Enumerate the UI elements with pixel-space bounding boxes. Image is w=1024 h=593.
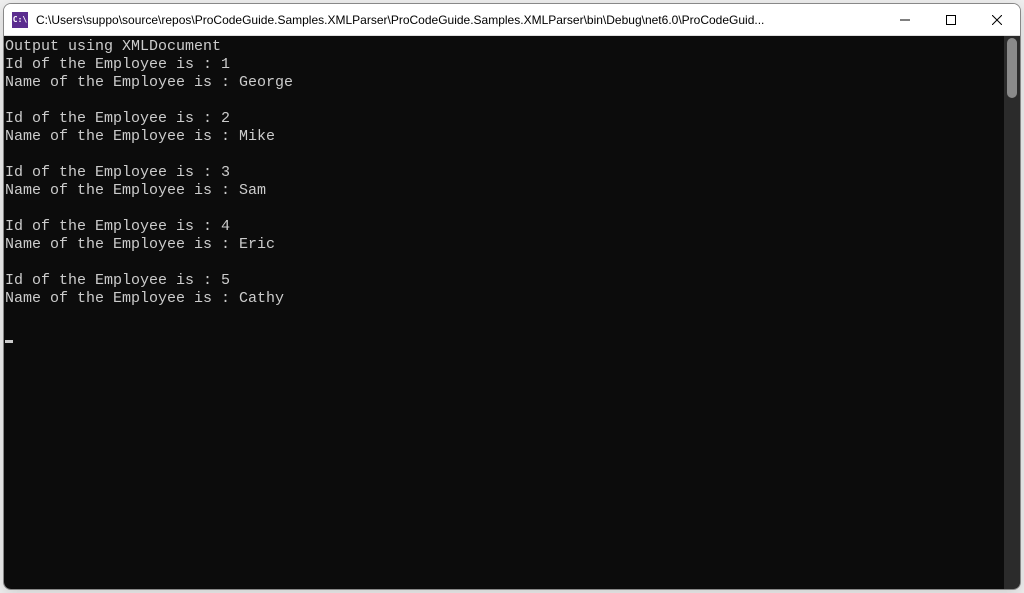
- titlebar[interactable]: C:\ C:\Users\suppo\source\repos\ProCodeG…: [4, 4, 1020, 36]
- console-line: Name of the Employee is : Eric: [5, 236, 1003, 254]
- console-line: Id of the Employee is : 5: [5, 272, 1003, 290]
- console-area: Output using XMLDocumentId of the Employ…: [4, 36, 1020, 589]
- console-line: Name of the Employee is : Mike: [5, 128, 1003, 146]
- console-line: Id of the Employee is : 1: [5, 56, 1003, 74]
- console-line: [5, 146, 1003, 164]
- minimize-button[interactable]: [882, 4, 928, 35]
- console-line: Name of the Employee is : Cathy: [5, 290, 1003, 308]
- console-line: Output using XMLDocument: [5, 38, 1003, 56]
- console-window: C:\ C:\Users\suppo\source\repos\ProCodeG…: [3, 3, 1021, 590]
- console-line: Id of the Employee is : 4: [5, 218, 1003, 236]
- window-title: C:\Users\suppo\source\repos\ProCodeGuide…: [36, 13, 882, 27]
- console-line: [5, 254, 1003, 272]
- window-controls: [882, 4, 1020, 35]
- console-line: [5, 92, 1003, 110]
- console-line: Name of the Employee is : Sam: [5, 182, 1003, 200]
- scrollbar-track[interactable]: [1004, 36, 1020, 589]
- app-icon: C:\: [12, 12, 28, 28]
- close-button[interactable]: [974, 4, 1020, 35]
- console-line: Name of the Employee is : George: [5, 74, 1003, 92]
- console-line: [5, 308, 1003, 326]
- console-output[interactable]: Output using XMLDocumentId of the Employ…: [4, 36, 1004, 589]
- maximize-button[interactable]: [928, 4, 974, 35]
- cursor-line: [5, 326, 1003, 344]
- console-line: [5, 200, 1003, 218]
- scrollbar-thumb[interactable]: [1007, 38, 1017, 98]
- cursor: [5, 340, 13, 343]
- console-line: Id of the Employee is : 2: [5, 110, 1003, 128]
- console-line: Id of the Employee is : 3: [5, 164, 1003, 182]
